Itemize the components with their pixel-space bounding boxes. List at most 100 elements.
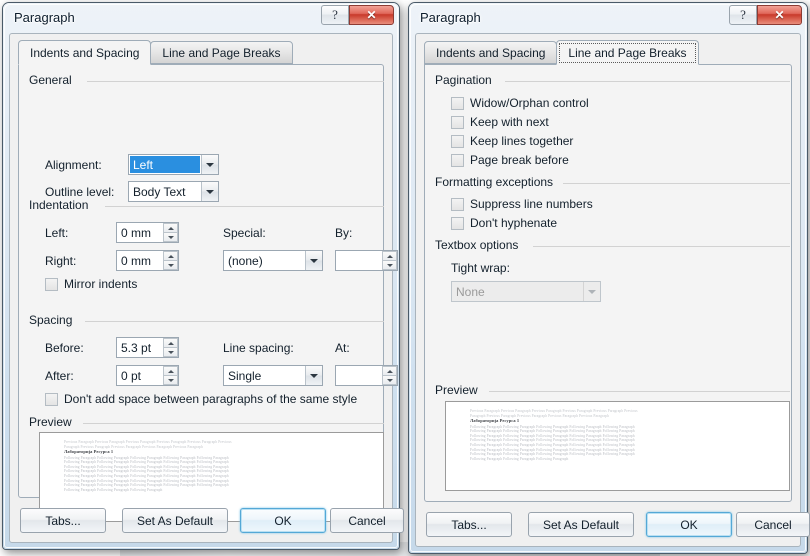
stepper-down-icon[interactable] — [163, 375, 178, 385]
dont-hyphenate-label: Don't hyphenate — [470, 216, 558, 230]
checkbox-box[interactable] — [451, 153, 464, 167]
stepper-up-icon[interactable] — [382, 366, 397, 375]
tabpage-indents-and-spacing: General Alignment: Left Outline level: B… — [18, 64, 398, 522]
tight-wrap-value: None — [456, 284, 485, 299]
tab-focus-ring — [559, 43, 696, 63]
alignment-combo[interactable]: Left — [128, 154, 219, 175]
titlebar-left[interactable]: Paragraph ? ✕ — [3, 3, 399, 33]
checkbox-box[interactable] — [451, 197, 464, 211]
line-spacing-label: Line spacing: — [223, 341, 294, 355]
suppress-line-numbers-label: Suppress line numbers — [470, 197, 593, 211]
indent-left-stepper[interactable]: 0 mm — [116, 222, 179, 243]
preview-following-lines: Following Paragraph Following Paragraph … — [470, 425, 780, 457]
close-icon[interactable]: ✕ — [757, 5, 802, 25]
spacing-before-stepper[interactable]: 5.3 pt — [116, 337, 179, 358]
dont-hyphenate-checkbox[interactable]: Don't hyphenate — [451, 216, 557, 230]
widow-orphan-control-label: Widow/Orphan control — [470, 96, 589, 110]
close-icon[interactable]: ✕ — [349, 5, 394, 25]
spacing-before-value: 5.3 pt — [121, 340, 152, 355]
stepper-up-icon[interactable] — [163, 366, 178, 375]
titlebar-right[interactable]: Paragraph ? ✕ — [409, 3, 807, 33]
stepper-down-icon[interactable] — [382, 260, 397, 270]
chevron-down-icon[interactable] — [201, 155, 218, 174]
stepper-buttons[interactable] — [162, 223, 178, 242]
cancel-button[interactable]: Cancel — [330, 508, 404, 533]
help-icon[interactable]: ? — [321, 5, 349, 25]
stepper-buttons[interactable] — [162, 251, 178, 270]
line-spacing-value: Single — [228, 368, 262, 383]
dont-add-space-checkbox[interactable]: Don't add space between paragraphs of th… — [45, 392, 357, 406]
stepper-up-icon[interactable] — [163, 251, 178, 260]
set-as-default-button[interactable]: Set As Default — [528, 512, 634, 537]
stepper-buttons[interactable] — [381, 251, 397, 270]
checkbox-box[interactable] — [451, 96, 464, 110]
spacing-after-label: After: — [45, 369, 74, 383]
keep-lines-together-checkbox[interactable]: Keep lines together — [451, 134, 573, 148]
dialog-client-area-right: Indents and Spacing Line and Page Breaks… — [415, 33, 810, 547]
group-preview: Preview — [29, 415, 384, 429]
line-spacing-combo[interactable]: Single — [223, 365, 323, 386]
checkbox-box[interactable] — [451, 134, 464, 148]
by-label-text: By: — [335, 226, 353, 240]
chevron-down-icon[interactable] — [305, 251, 322, 270]
indent-right-value: 0 mm — [121, 253, 151, 268]
ok-button[interactable]: OK — [240, 508, 326, 533]
tabs-button[interactable]: Tabs... — [426, 512, 512, 537]
stepper-buttons[interactable] — [381, 366, 397, 385]
spacing-after-stepper[interactable]: 0 pt — [116, 365, 179, 386]
group-textbox-options: Textbox options — [435, 238, 790, 252]
cancel-button[interactable]: Cancel — [736, 512, 810, 537]
stepper-buttons[interactable] — [162, 338, 178, 357]
widow-orphan-control-checkbox[interactable]: Widow/Orphan control — [451, 96, 589, 110]
screen: Paragraph ? ✕ Indents and Spacing Line a… — [0, 0, 810, 556]
alignment-label-text: Alignment: — [45, 158, 102, 172]
stepper-down-icon[interactable] — [163, 232, 178, 242]
special-label: Special: — [223, 226, 266, 240]
tabstrip-left: Indents and Spacing Line and Page Breaks — [18, 40, 293, 65]
tab-label: Indents and Spacing — [436, 45, 546, 60]
stepper-down-icon[interactable] — [163, 260, 178, 270]
group-formatting-exceptions-label: Formatting exceptions — [435, 175, 560, 189]
indent-right-stepper[interactable]: 0 mm — [116, 250, 179, 271]
keep-lines-together-label: Keep lines together — [470, 134, 574, 148]
at-value — [336, 366, 381, 385]
ok-button[interactable]: OK — [646, 512, 732, 537]
tight-wrap-combo: None — [451, 281, 601, 302]
page-break-before-checkbox[interactable]: Page break before — [451, 153, 569, 167]
dialog-client-area-left: Indents and Spacing Line and Page Breaks… — [9, 33, 404, 543]
mirror-indents-checkbox[interactable]: Mirror indents — [45, 277, 137, 291]
dialog-buttons-left: Tabs... Set As Default OK Cancel — [18, 508, 404, 534]
stepper-up-icon[interactable] — [163, 338, 178, 347]
tabs-button[interactable]: Tabs... — [20, 508, 106, 533]
checkbox-box[interactable] — [45, 277, 58, 291]
at-stepper[interactable] — [335, 365, 398, 386]
stepper-buttons[interactable] — [162, 366, 178, 385]
tab-indents-and-spacing[interactable]: Indents and Spacing — [424, 41, 558, 64]
checkbox-box[interactable] — [451, 216, 464, 230]
checkbox-box[interactable] — [45, 392, 58, 406]
stepper-up-icon[interactable] — [163, 223, 178, 232]
stepper-up-icon[interactable] — [382, 251, 397, 260]
group-spacing-label: Spacing — [29, 313, 79, 327]
by-stepper[interactable] — [335, 250, 398, 271]
preview-following-last: Following Paragraph Following Paragraph … — [470, 456, 569, 461]
stepper-down-icon[interactable] — [163, 347, 178, 357]
indent-right-label: Right: — [45, 254, 76, 268]
suppress-line-numbers-checkbox[interactable]: Suppress line numbers — [451, 197, 593, 211]
tab-line-and-page-breaks[interactable]: Line and Page Breaks — [556, 40, 699, 65]
chevron-down-icon[interactable] — [305, 366, 322, 385]
special-combo[interactable]: (none) — [223, 250, 323, 271]
page-break-before-label: Page break before — [470, 153, 569, 167]
group-indentation-label: Indentation — [29, 198, 95, 212]
paragraph-dialog-line-and-page-breaks[interactable]: Paragraph ? ✕ Indents and Spacing Line a… — [408, 2, 810, 554]
tab-line-and-page-breaks[interactable]: Line and Page Breaks — [150, 41, 293, 64]
indent-left-label: Left: — [45, 226, 68, 240]
checkbox-box[interactable] — [451, 115, 464, 129]
mirror-indents-label: Mirror indents — [64, 277, 138, 291]
keep-with-next-checkbox[interactable]: Keep with next — [451, 115, 549, 129]
stepper-down-icon[interactable] — [382, 375, 397, 385]
tab-indents-and-spacing[interactable]: Indents and Spacing — [18, 40, 152, 65]
help-icon[interactable]: ? — [729, 5, 757, 25]
set-as-default-button[interactable]: Set As Default — [122, 508, 228, 533]
paragraph-dialog-indents-and-spacing[interactable]: Paragraph ? ✕ Indents and Spacing Line a… — [2, 2, 404, 550]
